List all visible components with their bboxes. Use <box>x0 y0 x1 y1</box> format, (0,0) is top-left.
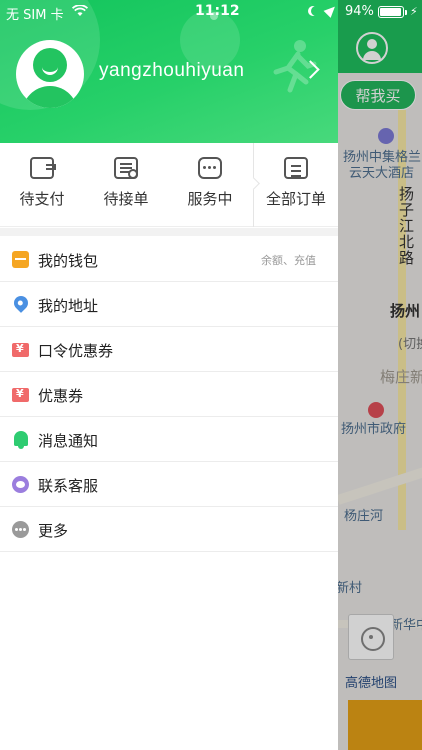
order-list-icon <box>284 157 308 179</box>
moon-icon <box>311 6 321 16</box>
menu-item-label: 口令优惠券 <box>38 342 114 360</box>
order-tab-label: 待支付 <box>19 190 65 208</box>
more-icon <box>12 521 29 538</box>
receipt-clock-icon <box>114 157 138 179</box>
menu-list: 我的钱包 余额、充值 我的地址 口令优惠券 优惠券 消息通知 联系客服 更多 <box>0 237 338 552</box>
battery-percent: 94% <box>345 4 374 19</box>
coupon-icon <box>12 387 29 402</box>
side-drawer: yangzhouhiyuan 待支付 待接单 服务中 全部订单 我的钱包 余额、… <box>0 0 338 750</box>
status-bar: 无 SIM 卡 11:12 94% ⚡ <box>0 0 422 24</box>
menu-item-label: 更多 <box>38 522 69 540</box>
battery-icon <box>378 6 404 18</box>
location-arrow-icon <box>323 3 339 18</box>
battery-fill <box>380 8 401 16</box>
menu-item-label: 我的地址 <box>38 297 99 315</box>
wallet-icon <box>30 157 56 179</box>
menu-item-address[interactable]: 我的地址 <box>0 282 338 327</box>
location-pin-icon <box>11 293 31 313</box>
wifi-icon <box>72 5 88 16</box>
coupon-icon <box>12 342 29 357</box>
menu-item-coupon[interactable]: 优惠券 <box>0 372 338 417</box>
username[interactable]: yangzhouhiyuan <box>99 60 244 82</box>
menu-item-label: 我的钱包 <box>38 252 99 270</box>
menu-item-notifications[interactable]: 消息通知 <box>0 417 338 462</box>
bell-icon <box>14 431 28 449</box>
menu-item-hint: 余额、充值 <box>261 254 316 267</box>
clock-time: 11:12 <box>195 3 240 19</box>
order-tab-label: 全部订单 <box>265 190 326 208</box>
orders-row: 待支付 待接单 服务中 全部订单 <box>0 143 338 227</box>
order-tab-pending-accept[interactable]: 待接单 <box>84 143 168 227</box>
menu-item-label: 优惠券 <box>38 387 84 405</box>
order-tab-all-orders[interactable]: 全部订单 <box>254 143 338 227</box>
order-tab-in-service[interactable]: 服务中 <box>168 143 252 227</box>
menu-item-code-coupon[interactable]: 口令优惠券 <box>0 327 338 372</box>
menu-item-more[interactable]: 更多 <box>0 507 338 552</box>
service-dots-icon <box>198 157 222 179</box>
wallet-icon <box>12 251 29 268</box>
avatar-face-icon <box>33 48 67 82</box>
customer-service-icon <box>12 476 29 493</box>
charging-bolt-icon: ⚡ <box>410 5 418 18</box>
avatar[interactable] <box>16 40 84 108</box>
order-tab-label: 服务中 <box>187 190 233 208</box>
order-tab-label: 待接单 <box>103 190 149 208</box>
menu-item-label: 联系客服 <box>38 477 99 495</box>
avatar-body-icon <box>22 86 78 108</box>
order-tab-pending-payment[interactable]: 待支付 <box>0 143 84 227</box>
menu-item-customer-service[interactable]: 联系客服 <box>0 462 338 507</box>
carrier-label: 无 SIM 卡 <box>6 8 64 23</box>
menu-item-wallet[interactable]: 我的钱包 余额、充值 <box>0 237 338 282</box>
section-divider <box>0 228 338 236</box>
menu-item-label: 消息通知 <box>38 432 99 450</box>
battery-tip <box>405 10 407 15</box>
